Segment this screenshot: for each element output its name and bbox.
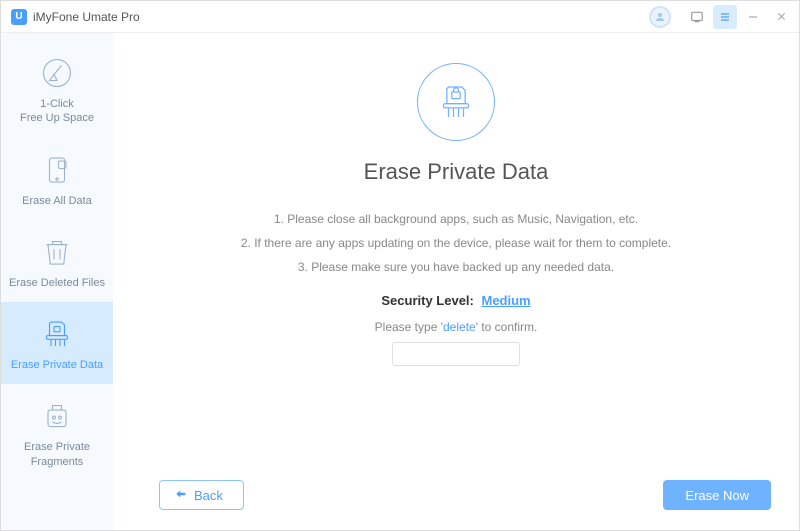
feedback-icon[interactable] xyxy=(685,5,709,29)
avatar-icon[interactable] xyxy=(649,6,671,28)
footer: Back Erase Now xyxy=(141,480,771,514)
sidebar-item-erase-all-data[interactable]: Erase All Data xyxy=(1,138,113,220)
sidebar-item-erase-private-fragments[interactable]: Erase Private Fragments xyxy=(1,384,113,481)
shredder-icon xyxy=(39,316,75,352)
instruction-list: 1. Please close all background apps, suc… xyxy=(241,207,671,279)
sidebar-item-free-up-space[interactable]: 1-Click Free Up Space xyxy=(1,41,113,138)
sidebar: 1-Click Free Up Space Erase All Data Era… xyxy=(1,33,113,530)
app-logo-icon: U xyxy=(11,9,27,25)
sidebar-item-label: Erase Private Data xyxy=(11,358,103,372)
sidebar-item-label: 1-Click Free Up Space xyxy=(20,97,94,126)
back-arrow-icon xyxy=(174,489,188,501)
erase-now-label: Erase Now xyxy=(685,488,749,503)
page-title: Erase Private Data xyxy=(364,159,549,185)
phone-erase-icon xyxy=(39,152,75,188)
sidebar-item-label: Erase Deleted Files xyxy=(9,276,105,290)
instruction-line: 3. Please make sure you have backed up a… xyxy=(241,255,671,279)
sidebar-item-label: Erase Private Fragments xyxy=(24,440,90,469)
back-button[interactable]: Back xyxy=(159,480,244,510)
security-level-row: Security Level: Medium xyxy=(381,293,530,308)
instruction-line: 1. Please close all background apps, suc… xyxy=(241,207,671,231)
sidebar-item-erase-private-data[interactable]: Erase Private Data xyxy=(1,302,113,384)
minimize-button[interactable] xyxy=(741,5,765,29)
back-button-label: Back xyxy=(194,488,223,503)
close-button[interactable] xyxy=(769,5,793,29)
broom-icon xyxy=(39,55,75,91)
security-level-label: Security Level: xyxy=(381,293,474,308)
confirm-input[interactable] xyxy=(392,342,520,366)
confirm-instruction: Please type 'delete' to confirm. xyxy=(375,320,538,334)
main-panel: Erase Private Data 1. Please close all b… xyxy=(113,33,799,530)
app-title: iMyFone Umate Pro xyxy=(33,10,140,24)
instruction-line: 2. If there are any apps updating on the… xyxy=(241,231,671,255)
confirm-keyword: delete xyxy=(443,320,476,334)
menu-icon[interactable] xyxy=(713,5,737,29)
erase-private-hero-icon xyxy=(417,63,495,141)
fragments-icon xyxy=(39,398,75,434)
titlebar: U iMyFone Umate Pro xyxy=(1,1,799,33)
erase-now-button[interactable]: Erase Now xyxy=(663,480,771,510)
sidebar-item-label: Erase All Data xyxy=(22,194,92,208)
security-level-value[interactable]: Medium xyxy=(482,293,531,308)
trash-icon xyxy=(39,234,75,270)
sidebar-item-erase-deleted-files[interactable]: Erase Deleted Files xyxy=(1,220,113,302)
